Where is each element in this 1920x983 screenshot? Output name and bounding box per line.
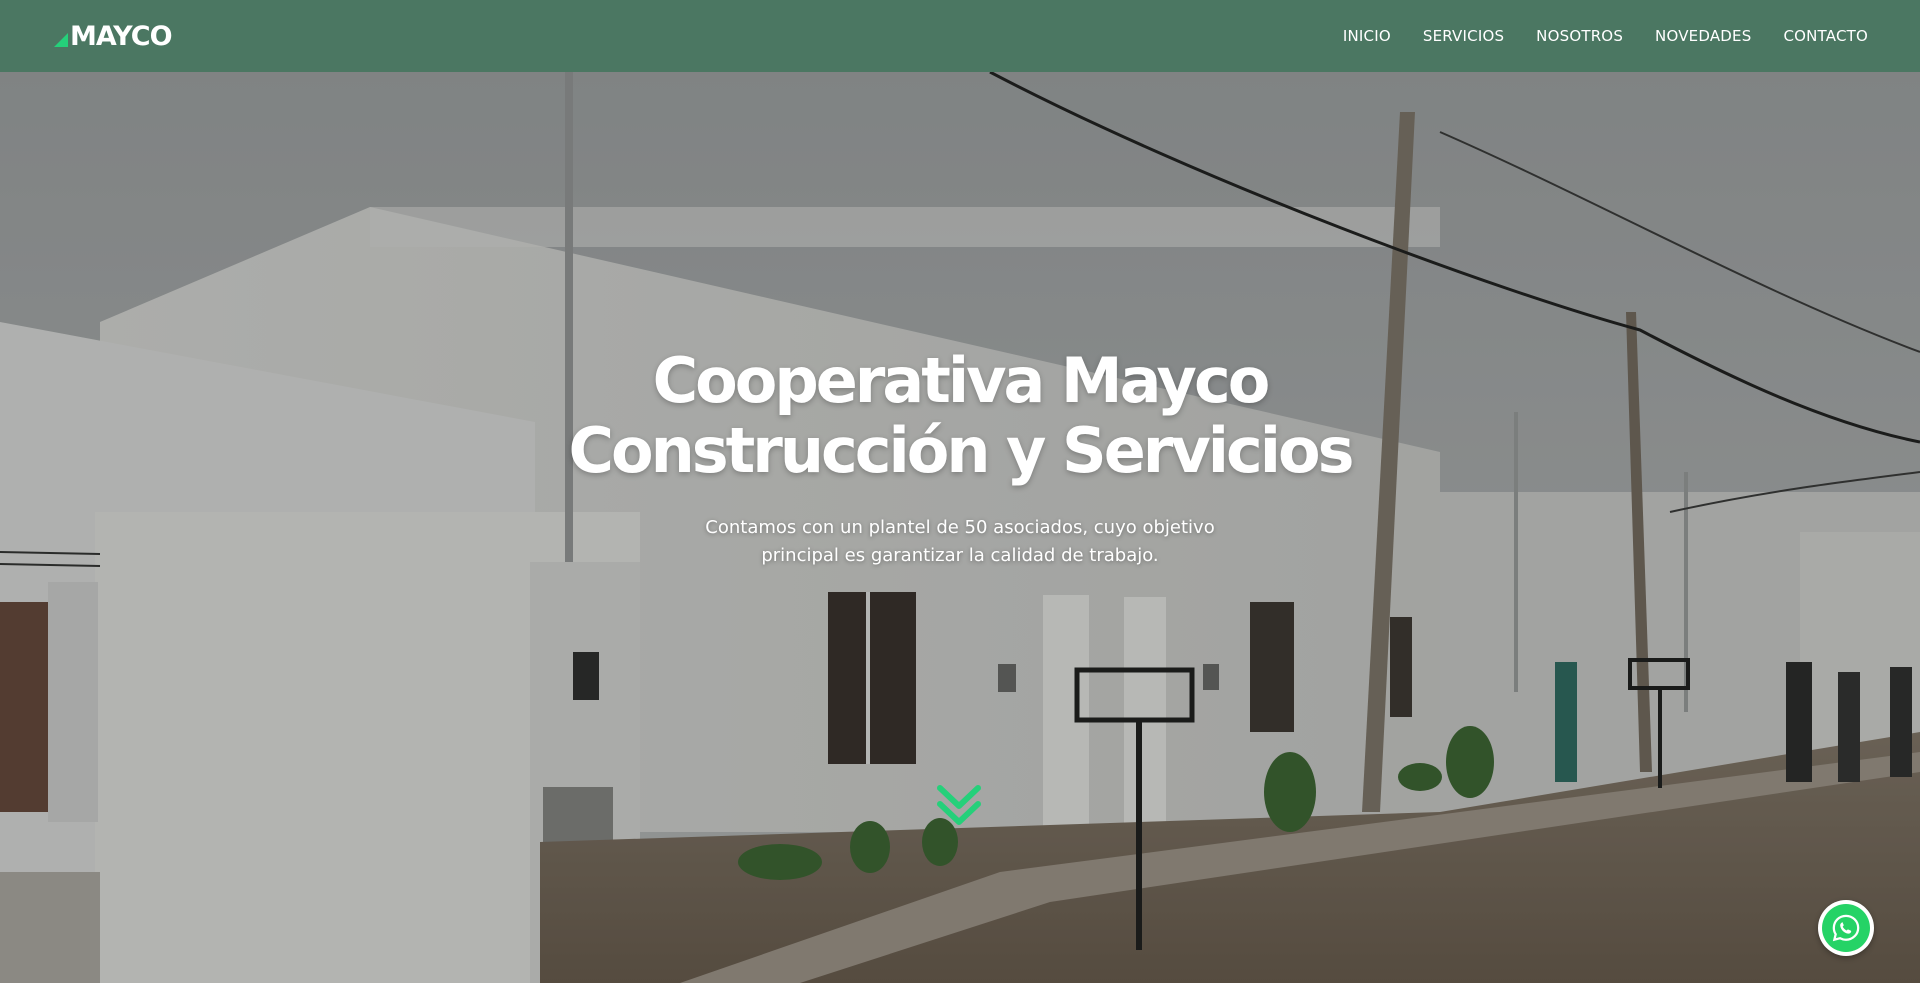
nav-item-nosotros[interactable]: NOSOTROS [1536, 27, 1623, 45]
nav-item-inicio[interactable]: INICIO [1343, 27, 1391, 45]
whatsapp-icon-bg [1822, 904, 1870, 952]
hero-section: Cooperativa Mayco Construcción y Servici… [0, 72, 1920, 983]
logo-mark-icon [54, 32, 68, 47]
nav-item-novedades[interactable]: NOVEDADES [1655, 27, 1751, 45]
hero-content: Cooperativa Mayco Construcción y Servici… [0, 72, 1920, 983]
hero-title-line-1: Cooperativa Mayco [652, 344, 1271, 417]
navbar: MAYCO INICIO SERVICIOS NOSOTROS NOVEDADE… [0, 0, 1920, 72]
nav-item-contacto[interactable]: CONTACTO [1783, 27, 1868, 45]
hero-title: Cooperativa Mayco Construcción y Servici… [568, 344, 1354, 487]
whatsapp-button[interactable] [1818, 900, 1874, 956]
nav-item-servicios[interactable]: SERVICIOS [1423, 27, 1504, 45]
whatsapp-icon [1832, 914, 1860, 942]
logo-text: MAYCO [70, 20, 173, 52]
double-chevron-down-icon[interactable] [934, 782, 984, 832]
hero-title-line-2: Construcción y Servicios [568, 414, 1354, 487]
logo[interactable]: MAYCO [54, 16, 173, 56]
hero-subtitle: Contamos con un plantel de 50 asociados,… [705, 517, 1215, 566]
nav-menu: INICIO SERVICIOS NOSOTROS NOVEDADES CONT… [1311, 27, 1868, 45]
